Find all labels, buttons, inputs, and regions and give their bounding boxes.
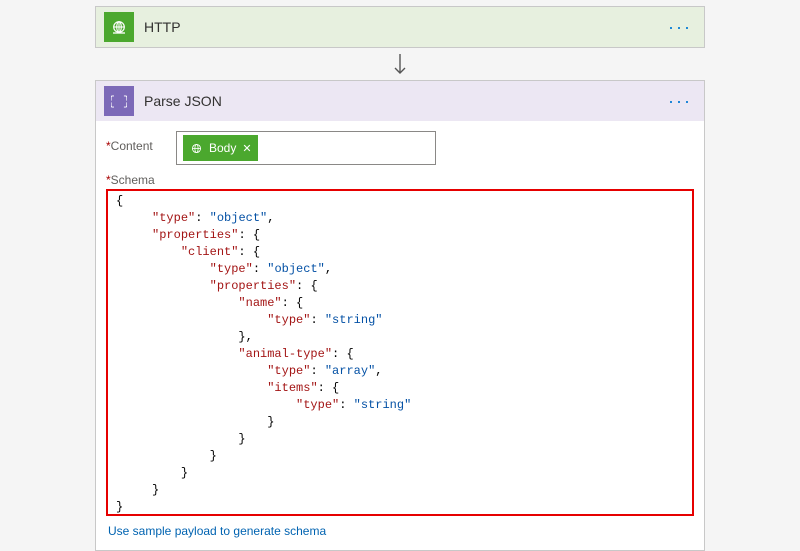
parse-json-card: { } Parse JSON ··· *Content Body ✕ bbox=[95, 80, 705, 551]
connector-arrow bbox=[95, 52, 705, 80]
parse-json-more-button[interactable]: ··· bbox=[668, 91, 696, 112]
schema-editor[interactable]: { "type": "object", "properties": { "cli… bbox=[106, 189, 694, 516]
content-input[interactable]: Body ✕ bbox=[176, 131, 436, 165]
globe-icon bbox=[104, 12, 134, 42]
content-label: *Content bbox=[106, 131, 176, 153]
http-title: HTTP bbox=[144, 19, 668, 35]
remove-chip-button[interactable]: ✕ bbox=[242, 142, 251, 155]
parse-json-header[interactable]: { } Parse JSON ··· bbox=[96, 81, 704, 121]
http-more-button[interactable]: ··· bbox=[668, 17, 696, 38]
svg-text:{ }: { } bbox=[111, 94, 127, 109]
globe-icon bbox=[187, 139, 205, 157]
http-action-card[interactable]: HTTP ··· bbox=[95, 6, 705, 48]
chip-label: Body bbox=[209, 141, 236, 155]
parse-json-title: Parse JSON bbox=[144, 93, 668, 109]
schema-label: *Schema bbox=[106, 173, 694, 187]
body-token-chip[interactable]: Body ✕ bbox=[183, 135, 258, 161]
http-header[interactable]: HTTP ··· bbox=[96, 7, 704, 47]
parse-json-body: *Content Body ✕ *Schema { bbox=[96, 121, 704, 550]
braces-icon: { } bbox=[104, 86, 134, 116]
generate-schema-link[interactable]: Use sample payload to generate schema bbox=[106, 516, 328, 540]
